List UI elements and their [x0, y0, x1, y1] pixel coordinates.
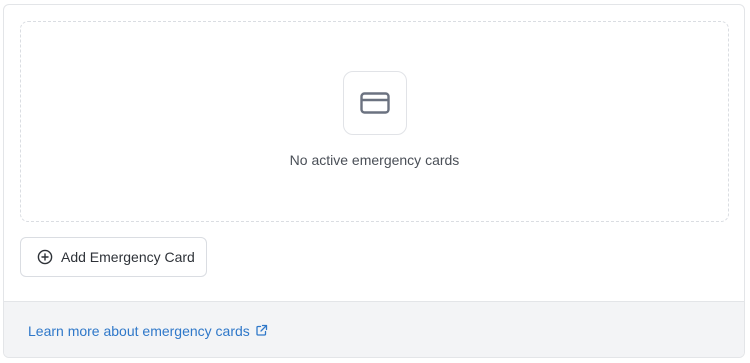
plus-circle-icon — [37, 249, 53, 265]
learn-more-link[interactable]: Learn more about emergency cards — [28, 323, 268, 339]
add-emergency-card-button[interactable]: Add Emergency Card — [20, 237, 207, 277]
panel-footer: Learn more about emergency cards — [4, 301, 744, 357]
credit-card-icon — [360, 92, 390, 114]
learn-more-link-text: Learn more about emergency cards — [28, 322, 250, 339]
add-emergency-card-label: Add Emergency Card — [61, 249, 195, 265]
empty-state-message: No active emergency cards — [289, 152, 460, 168]
empty-state-container: No active emergency cards — [20, 21, 729, 222]
emergency-cards-panel: No active emergency cards Add Emergency … — [3, 4, 745, 358]
empty-state-icon-tile — [343, 71, 407, 135]
external-link-icon — [255, 324, 268, 337]
